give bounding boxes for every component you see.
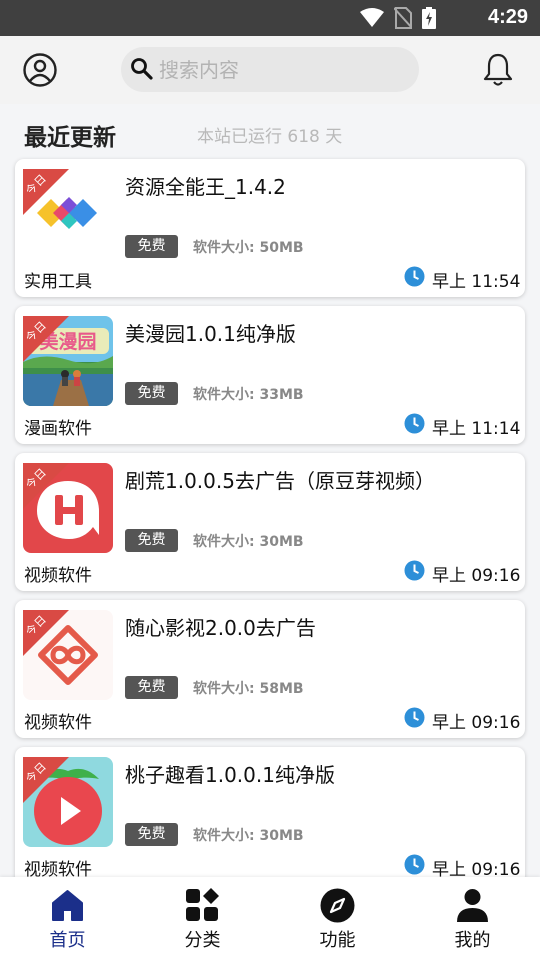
search-input[interactable] [159, 47, 409, 92]
today-ribbon: 今日 [23, 316, 69, 362]
bottom-nav: 首页 分类 功能 我的 [0, 877, 540, 960]
clock-icon [404, 413, 425, 434]
category-grid-icon [186, 888, 219, 921]
no-sim-icon [394, 7, 412, 29]
clock-icon [404, 266, 425, 287]
app-size: 软件大小: 30MB [193, 828, 304, 844]
free-badge: 免费 [125, 823, 178, 846]
today-ribbon: 今日 [23, 463, 69, 509]
site-uptime: 本站已运行 618 天 [197, 127, 343, 147]
nav-function-label: 功能 [319, 930, 356, 951]
app-card[interactable]: 今日 随心影视2.0.0去广告 免费 软件大小: 58MB 视频软件 早上 09… [15, 600, 525, 738]
nav-category[interactable]: 分类 [135, 877, 270, 960]
today-ribbon: 今日 [23, 757, 69, 803]
app-size: 软件大小: 30MB [193, 534, 304, 550]
nav-mine-label: 我的 [454, 930, 491, 951]
app-title: 资源全能王_1.4.2 [125, 175, 286, 199]
search-icon [131, 58, 153, 80]
top-header [0, 36, 540, 104]
app-title: 美漫园1.0.1纯净版 [125, 322, 296, 346]
app-title: 剧荒1.0.0.5去广告（原豆芽视频） [125, 469, 435, 493]
nav-mine[interactable]: 我的 [405, 877, 540, 960]
status-icons [360, 7, 436, 29]
app-category: 视频软件 [24, 566, 92, 586]
wifi-icon [360, 8, 384, 27]
app-size: 软件大小: 33MB [193, 387, 304, 403]
app-size: 软件大小: 58MB [193, 681, 304, 697]
nav-category-label: 分类 [184, 930, 221, 951]
free-badge: 免费 [125, 382, 178, 405]
app-title: 桃子趣看1.0.0.1纯净版 [125, 763, 335, 787]
clock-icon [404, 854, 425, 875]
section-title: 最近更新 [24, 125, 116, 151]
update-time: 早上 09:16 [432, 713, 521, 733]
update-time: 早上 11:14 [432, 419, 521, 439]
person-icon [457, 889, 488, 922]
today-ribbon: 今日 [23, 169, 69, 215]
update-time: 早上 09:16 [432, 566, 521, 586]
search-bar[interactable] [121, 47, 419, 92]
app-card[interactable]: 今日 桃子趣看1.0.0.1纯净版 免费 软件大小: 30MB 视频软件 早上 … [15, 747, 525, 885]
free-badge: 免费 [125, 235, 178, 258]
today-ribbon: 今日 [23, 610, 69, 656]
app-category: 实用工具 [24, 272, 92, 292]
compass-icon [320, 888, 355, 923]
update-time: 早上 11:54 [432, 272, 521, 292]
battery-charging-icon [422, 7, 436, 29]
nav-home-label: 首页 [49, 930, 86, 951]
app-card[interactable]: 美漫园 今日 美漫园1.0.1纯净版 免费 软件大小: 33MB 漫画软件 早上… [15, 306, 525, 444]
status-bar: 4:29 [0, 0, 540, 36]
clock-icon [404, 560, 425, 581]
home-icon [52, 890, 83, 921]
app-category: 漫画软件 [24, 419, 92, 439]
app-size: 软件大小: 50MB [193, 240, 304, 256]
app-title: 随心影视2.0.0去广告 [125, 616, 316, 640]
app-category: 视频软件 [24, 713, 92, 733]
user-circle-icon[interactable] [22, 52, 58, 88]
status-time: 4:29 [487, 6, 528, 28]
nav-home[interactable]: 首页 [0, 877, 135, 960]
app-card[interactable]: 今日 资源全能王_1.4.2 免费 软件大小: 50MB 实用工具 早上 11:… [15, 159, 525, 297]
nav-function[interactable]: 功能 [270, 877, 405, 960]
free-badge: 免费 [125, 676, 178, 699]
clock-icon [404, 707, 425, 728]
app-card[interactable]: 今日 剧荒1.0.0.5去广告（原豆芽视频） 免费 软件大小: 30MB 视频软… [15, 453, 525, 591]
free-badge: 免费 [125, 529, 178, 552]
bell-icon[interactable] [481, 52, 515, 88]
